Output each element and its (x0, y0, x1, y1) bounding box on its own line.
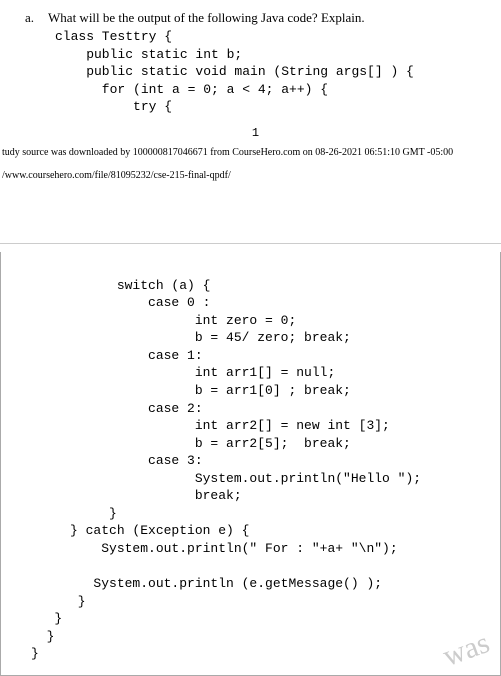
question-label: a. (25, 10, 34, 26)
question-text: What will be the output of the following… (48, 10, 486, 26)
question-line: a. What will be the output of the follow… (25, 10, 486, 26)
question-block: a. What will be the output of the follow… (0, 0, 501, 147)
code-snippet-top: class Testtry { public static int b; pub… (55, 28, 486, 116)
section-gap (0, 191, 501, 244)
page-number: 1 (25, 126, 486, 140)
code-bottom-container: switch (a) { case 0 : int zero = 0; b = … (0, 252, 501, 676)
download-source-note: tudy source was downloaded by 1000008170… (0, 147, 501, 158)
source-url: /www.coursehero.com/file/81095232/cse-21… (0, 170, 501, 181)
code-snippet-bottom: switch (a) { case 0 : int zero = 0; b = … (31, 277, 490, 663)
